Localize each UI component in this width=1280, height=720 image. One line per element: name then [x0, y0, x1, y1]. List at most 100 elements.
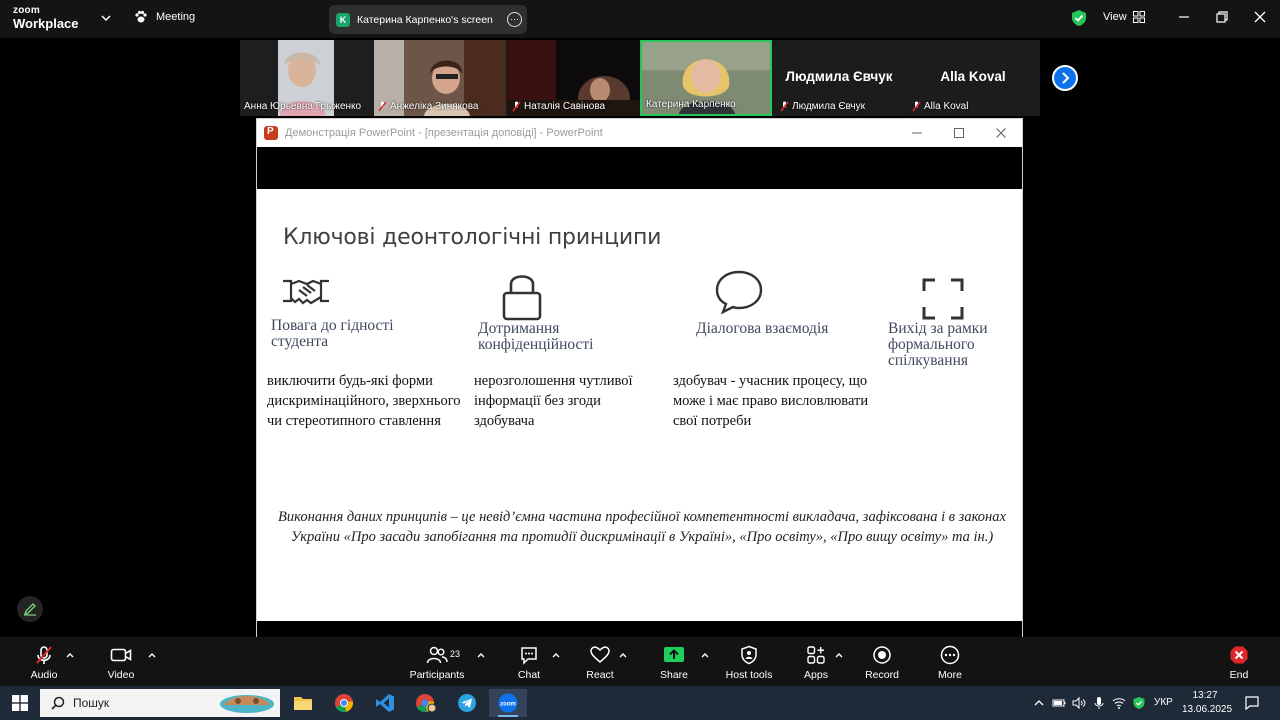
principle-heading: Повага до гідності студента [271, 317, 394, 350]
participant-tile-active-speaker[interactable]: Катерина Карпенко [640, 40, 772, 116]
audio-button[interactable]: Audio [28, 645, 60, 681]
end-meeting-button[interactable]: End [1225, 645, 1253, 681]
expand-icon [922, 278, 964, 320]
meeting-label: Meeting [156, 11, 196, 23]
record-icon [873, 646, 891, 664]
restore-icon[interactable] [1215, 10, 1229, 24]
share-label: Катерина Карпенко's screen [357, 13, 493, 26]
microphone-tray-icon[interactable] [1092, 696, 1106, 710]
view-button[interactable]: View [1103, 11, 1145, 23]
encryption-shield-icon[interactable] [1071, 9, 1087, 27]
participant-name: Наталія Савінова [512, 101, 605, 112]
mic-muted-icon [378, 101, 387, 112]
taskbar-vscode[interactable] [366, 689, 404, 717]
mic-muted-icon [512, 101, 521, 112]
participants-count: 23 [450, 649, 461, 659]
show-hidden-icons-chevron-icon[interactable] [1032, 696, 1046, 710]
ppt-maximize-icon [954, 128, 964, 138]
clock-time: 13:27 [1192, 690, 1218, 701]
participant-name: Людмила Євчук [780, 101, 865, 112]
principle-heading: Вихід за рамки формального спілкування [888, 320, 988, 369]
paw-icon [135, 10, 147, 23]
slide-letterbox-bottom [257, 621, 1022, 637]
lock-icon [502, 275, 542, 321]
audio-options-caret-icon[interactable] [65, 650, 75, 660]
folder-icon [294, 697, 312, 710]
zoom-logo[interactable]: zoom Workplace [13, 6, 79, 31]
share-screen-icon [664, 647, 684, 662]
record-button[interactable]: Record [864, 645, 900, 681]
heart-icon [590, 646, 610, 663]
host-tools-button[interactable]: Host tools [722, 645, 776, 681]
ppt-minimize-icon [912, 132, 922, 134]
logo-line2: Workplace [13, 16, 79, 31]
volume-icon[interactable] [1072, 696, 1086, 710]
input-language-indicator[interactable]: УКР [1154, 697, 1173, 708]
participant-name: Alla Koval [912, 101, 968, 112]
shared-powerpoint-window: Демонстрація PowerPoint - [презентація д… [256, 118, 1023, 637]
participant-tile[interactable]: Alla Koval Alla Koval [906, 40, 1040, 116]
screen-share-indicator[interactable]: K Катерина Карпенко's screen ··· [329, 5, 527, 34]
apps-caret-icon[interactable] [834, 650, 844, 660]
taskbar-search[interactable]: Пошук [40, 689, 280, 717]
annotate-button[interactable] [17, 596, 43, 622]
participants-button[interactable]: Participants [404, 645, 470, 681]
grid-icon [1132, 11, 1145, 23]
mic-muted-icon [912, 101, 921, 112]
network-icon[interactable] [1112, 696, 1126, 710]
taskbar-file-explorer[interactable] [284, 689, 322, 717]
notifications-icon[interactable] [1244, 695, 1260, 711]
clock-date: 13.06.2025 [1182, 704, 1233, 715]
share-button[interactable]: Share [658, 645, 690, 681]
video-options-caret-icon[interactable] [147, 650, 157, 660]
taskbar-clock[interactable]: 13:27 13.06.2025 [1182, 689, 1233, 717]
security-shield-tray-icon[interactable] [1132, 696, 1146, 710]
more-options-icon[interactable]: ··· [507, 12, 522, 27]
presentation-slide: Ключові деонтологічні принципи Повага до… [257, 189, 1022, 621]
active-app-indicator [498, 715, 518, 717]
shield-icon [741, 645, 757, 665]
taskbar-chrome-profile[interactable] [407, 689, 445, 717]
react-button[interactable]: React [584, 645, 616, 681]
taskbar-telegram[interactable] [448, 689, 486, 717]
more-button[interactable]: More [934, 645, 966, 681]
participant-tile[interactable]: Анна Юрьевна Грыженко [240, 40, 372, 116]
battery-icon[interactable] [1052, 696, 1066, 710]
mic-muted-icon [780, 101, 789, 112]
chat-caret-icon[interactable] [551, 650, 561, 660]
chrome-icon [335, 694, 354, 713]
zoom-app-icon: zoom [498, 693, 518, 713]
windows-taskbar: Пошук zoom УКР 13:27 13.06.2025 [0, 686, 1280, 720]
participant-tile[interactable]: Людмила Євчук Людмила Євчук [774, 40, 904, 116]
taskbar-chrome[interactable] [325, 689, 363, 717]
participant-display-name: Людмила Євчук [785, 69, 893, 84]
principle-body: здобувач - учасник процесу, що може і ма… [673, 373, 869, 429]
slide-title: Ключові деонтологічні принципи [283, 225, 662, 250]
svg-text:zoom: zoom [500, 702, 516, 708]
apps-button[interactable]: Apps [800, 645, 832, 681]
apps-icon [807, 646, 825, 664]
close-icon[interactable] [1253, 10, 1267, 24]
end-icon [1230, 646, 1248, 664]
participant-tile[interactable]: Анжеліка Зинякова [374, 40, 506, 116]
ppt-title-bar: Демонстрація PowerPoint - [презентація д… [257, 119, 1022, 147]
sharer-avatar: K [336, 12, 350, 27]
participants-caret-icon[interactable] [476, 650, 486, 660]
taskbar-zoom[interactable]: zoom [489, 689, 527, 717]
participant-name: Анжеліка Зинякова [378, 101, 478, 112]
chevron-down-icon[interactable] [100, 12, 112, 24]
participant-tile[interactable]: Наталія Савінова [508, 40, 640, 116]
principle-body: нерозголошення чутливої інформації без з… [474, 373, 633, 429]
powerpoint-icon [264, 126, 278, 140]
camera-icon [110, 648, 132, 662]
telegram-icon [458, 694, 476, 712]
react-caret-icon[interactable] [618, 650, 628, 660]
gallery-next-button[interactable] [1052, 65, 1078, 91]
chat-icon [521, 647, 537, 665]
chat-button[interactable]: Chat [514, 645, 544, 681]
windows-start-icon[interactable] [12, 695, 28, 711]
minimize-icon[interactable] [1177, 10, 1191, 24]
meeting-info-button[interactable]: Meeting [134, 10, 195, 24]
video-button[interactable]: Video [104, 645, 138, 681]
share-caret-icon[interactable] [700, 650, 710, 660]
